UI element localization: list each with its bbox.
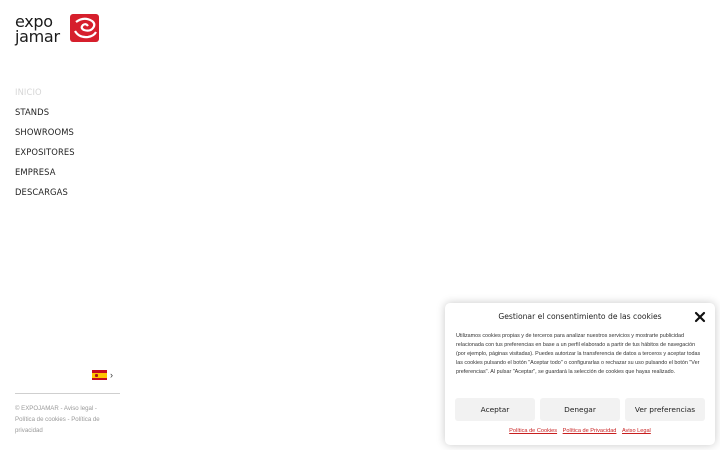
cookie-banner-text: Utilizamos cookies propias y de terceros… bbox=[456, 333, 701, 375]
sidebar: expo jamar INICIO STANDS SHOWROOMS EXPOS… bbox=[0, 0, 130, 450]
chevron-right-icon: › bbox=[110, 370, 113, 380]
privacy-policy-link[interactable]: Política de Privacidad bbox=[563, 428, 617, 434]
nav-item-empresa[interactable]: EMPRESA bbox=[15, 162, 75, 182]
nav-item-inicio[interactable]: INICIO bbox=[15, 82, 75, 102]
nav-item-showrooms[interactable]: SHOWROOMS bbox=[15, 122, 75, 142]
logo[interactable]: expo jamar bbox=[15, 14, 105, 48]
legal-notice-link[interactable]: Aviso Legal bbox=[622, 428, 651, 434]
cookie-banner-title: Gestionar el consentimiento de las cooki… bbox=[498, 312, 662, 321]
footer-legal-link[interactable]: Aviso legal bbox=[64, 405, 93, 412]
footer-cookies-link[interactable]: Política de cookies bbox=[15, 416, 66, 423]
logo-line-2: jamar bbox=[15, 27, 60, 46]
nav-item-stands[interactable]: STANDS bbox=[15, 102, 75, 122]
accept-button[interactable]: Aceptar bbox=[455, 398, 535, 421]
close-icon[interactable] bbox=[694, 311, 706, 323]
deny-button[interactable]: Denegar bbox=[540, 398, 620, 421]
language-switcher[interactable]: › bbox=[92, 370, 113, 380]
cookie-consent-banner: Gestionar el consentimiento de las cooki… bbox=[445, 303, 715, 445]
cookie-policy-links: Política de Cookies Política de Privacid… bbox=[445, 428, 715, 434]
footer-separator: - bbox=[93, 405, 97, 412]
spain-flag-icon bbox=[92, 370, 107, 380]
nav-item-expositores[interactable]: EXPOSITORES bbox=[15, 142, 75, 162]
footer: © EXPOJAMAR - Aviso legal - Política de … bbox=[15, 403, 115, 436]
divider bbox=[15, 393, 120, 394]
main-nav: INICIO STANDS SHOWROOMS EXPOSITORES EMPR… bbox=[15, 82, 75, 202]
logo-text: expo jamar bbox=[15, 14, 60, 46]
cookie-policy-link[interactable]: Política de Cookies bbox=[509, 428, 557, 434]
view-preferences-button[interactable]: Ver preferencias bbox=[625, 398, 705, 421]
nav-item-descargas[interactable]: DESCARGAS bbox=[15, 182, 75, 202]
logo-swirl-icon bbox=[70, 14, 99, 42]
footer-copyright: © EXPOJAMAR bbox=[15, 405, 59, 412]
